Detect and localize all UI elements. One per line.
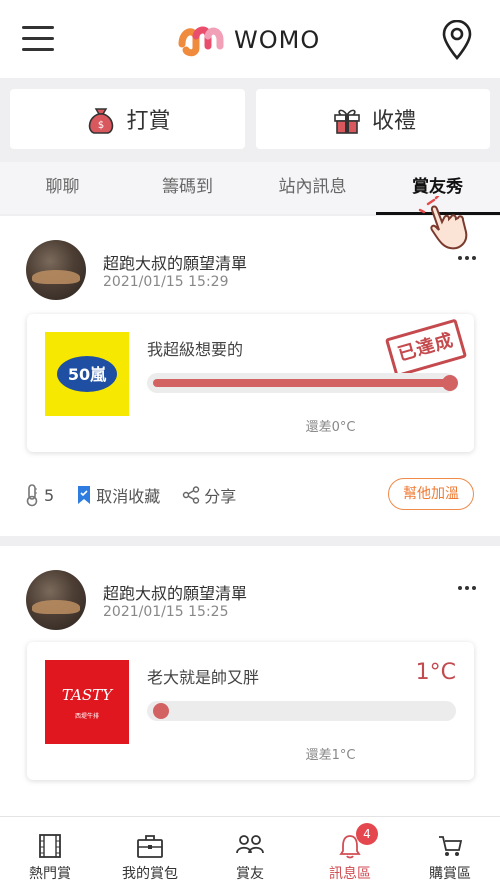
remaining-text: 還差1°C — [305, 748, 356, 763]
product-name: 老大就是帥又胖 — [147, 668, 260, 687]
gift-icon — [334, 109, 360, 134]
nav-shop[interactable]: 購賞區 — [400, 817, 500, 889]
share-button[interactable]: 分享 — [182, 483, 236, 507]
post-title[interactable]: 超跑大叔的願望清單 — [103, 580, 247, 604]
nav-label: 訊息區 — [329, 866, 371, 882]
briefcase-icon — [137, 835, 163, 858]
friends-icon — [236, 835, 264, 854]
product-logo-text: 50嵐 — [68, 365, 107, 384]
product-image: TASTY 西堤牛排 — [45, 660, 129, 744]
share-icon — [183, 486, 200, 504]
temperature-count[interactable]: 5 — [24, 483, 54, 507]
cart-icon — [439, 836, 463, 856]
nav-label: 我的賞包 — [122, 866, 178, 882]
product-name: 我超級想要的 — [147, 340, 244, 359]
progress-bar — [147, 701, 456, 721]
reward-button[interactable]: $ 打賞 — [10, 89, 245, 149]
gift-label: 收禮 — [371, 109, 416, 134]
gift-button[interactable]: 收禮 — [256, 89, 490, 149]
post-card: 超跑大叔的願望清單 2021/01/15 15:25 TASTY 西堤牛排 老大… — [0, 546, 500, 816]
more-icon[interactable] — [458, 586, 476, 592]
post-actions: 5 取消收藏 分享 — [24, 480, 258, 510]
womo-logo-icon — [178, 26, 224, 57]
likes-count: 5 — [44, 485, 55, 505]
unsave-label: 取消收藏 — [96, 487, 161, 506]
progress-knob — [442, 375, 458, 391]
reward-label: 打賞 — [126, 109, 171, 134]
post-card: 超跑大叔的願望清單 2021/01/15 15:29 50嵐 我超級想要的 已達… — [0, 216, 500, 536]
nav-my-wallet[interactable]: 我的賞包 — [100, 817, 200, 889]
unsave-button[interactable]: 取消收藏 — [76, 483, 160, 507]
wish-item-card[interactable]: TASTY 西堤牛排 老大就是帥又胖 1°C 還差1°C — [27, 642, 474, 780]
nav-label: 購賞區 — [429, 866, 471, 882]
product-logo-text: TASTY — [62, 686, 114, 704]
tab-chat[interactable]: 聊聊 — [0, 162, 125, 214]
achieved-stamp: 已達成 — [384, 318, 468, 378]
post-time: 2021/01/15 15:25 — [103, 604, 229, 620]
app-name: WOMO — [234, 26, 321, 54]
tab-chips[interactable]: 籌碼到 — [125, 162, 250, 214]
progress-fill — [153, 379, 450, 387]
share-label: 分享 — [204, 487, 237, 506]
nav-label: 賞友 — [236, 866, 264, 882]
bookmark-icon — [78, 486, 91, 504]
progress-knob — [153, 703, 169, 719]
avatar[interactable] — [26, 240, 86, 300]
post-time: 2021/01/15 15:29 — [103, 274, 229, 290]
nav-messages[interactable]: 4 訊息區 — [300, 817, 400, 889]
progress-bar — [147, 373, 458, 393]
top-bar: WOMO — [0, 0, 500, 78]
temperature-value: 1°C — [415, 660, 456, 685]
nav-label: 熱門賞 — [29, 866, 71, 882]
notification-badge: 4 — [356, 823, 378, 845]
product-image: 50嵐 — [45, 332, 129, 416]
menu-icon[interactable] — [22, 26, 54, 52]
film-icon — [39, 834, 61, 858]
avatar[interactable] — [26, 570, 86, 630]
help-warm-button[interactable]: 幫他加溫 — [388, 478, 474, 510]
money-bag-icon: $ — [89, 108, 114, 134]
product-logo-subtext: 西堤牛排 — [75, 712, 99, 720]
more-icon[interactable] — [458, 256, 476, 262]
thermometer-icon — [26, 484, 38, 507]
wish-item-card[interactable]: 50嵐 我超級想要的 已達成 還差0°C — [27, 314, 474, 452]
app-logo: WOMO — [178, 22, 320, 58]
nav-hot[interactable]: 熱門賞 — [0, 817, 100, 889]
nav-friends[interactable]: 賞友 — [200, 817, 300, 889]
bottom-nav: 熱門賞 我的賞包 賞友 4 訊息區 購賞區 — [0, 816, 500, 889]
svg-text:$: $ — [98, 120, 104, 131]
location-pin-icon[interactable] — [440, 20, 474, 60]
remaining-text: 還差0°C — [305, 420, 356, 435]
action-row: $ 打賞 收禮 — [0, 78, 500, 162]
post-title[interactable]: 超跑大叔的願望清單 — [103, 250, 247, 274]
tab-messages[interactable]: 站內訊息 — [250, 162, 375, 214]
tap-hand-icon — [418, 196, 468, 250]
